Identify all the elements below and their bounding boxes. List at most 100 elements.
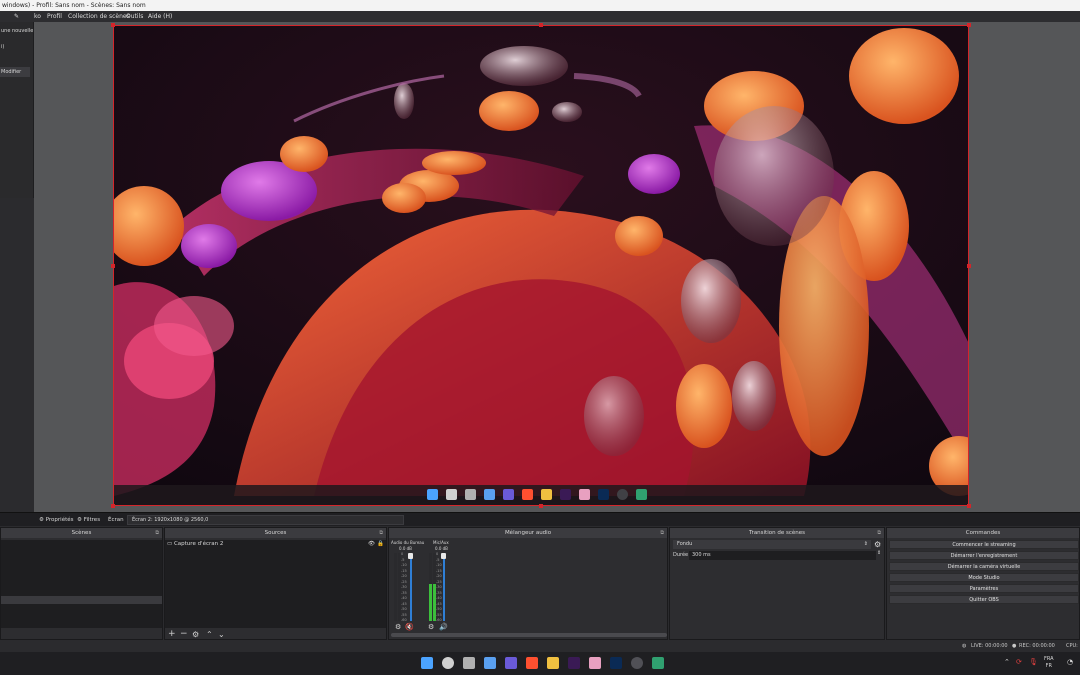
meter-scale-tick: -50	[401, 607, 407, 611]
meter-scale-tick: -60	[401, 618, 407, 622]
duration-stepper[interactable]: ⇕	[877, 550, 881, 556]
mixer-dock-title: Mélangeur audio	[504, 530, 552, 536]
filters-button[interactable]: ⚙ Filtres	[77, 513, 100, 527]
screen-select[interactable]: Écran 2: 1920x1080 @ 2560,0	[127, 515, 404, 525]
left-dock-item[interactable]: une nouvelle d	[0, 26, 34, 36]
folder-icon[interactable]	[547, 657, 559, 669]
meter-scale-tick: -10	[436, 563, 442, 567]
cpu-usage: CPU:	[1066, 643, 1078, 649]
volume-meter	[394, 553, 397, 621]
chevron-up-icon[interactable]: ⌃	[1004, 658, 1010, 666]
keyboard-layout: FR	[1045, 663, 1052, 669]
premiere-icon[interactable]	[568, 657, 580, 669]
premiere-icon	[560, 489, 571, 500]
meter-scale: 0 -5 -10 -15 -20 -25 -30 -35 -40 -45 -50 -55 -60	[436, 552, 444, 622]
properties-button[interactable]: ⚙ Propriétés	[39, 513, 73, 527]
visibility-eye-icon[interactable]: 👁	[368, 540, 375, 549]
start-virtual-camera-button[interactable]: Démarrer la caméra virtuelle	[889, 562, 1079, 571]
window-title-bar: windows) - Profil: Sans nom - Scènes: Sa…	[0, 0, 1080, 11]
search-icon[interactable]	[442, 657, 454, 669]
duration-field[interactable]: 300 ms	[689, 551, 876, 560]
studio-mode-button[interactable]: Mode Studio	[889, 573, 1079, 582]
dock-float-icon[interactable]: ⧉	[660, 528, 664, 538]
resize-handle-top[interactable]	[539, 23, 543, 27]
gear-icon[interactable]: ⚙	[874, 540, 881, 549]
channel-db: 0.0 dB	[399, 546, 412, 551]
modify-button[interactable]: Modifier	[0, 67, 30, 77]
language-indicator[interactable]: FRA FR	[1044, 656, 1054, 670]
transitions-dock-title: Transition de scènes	[749, 530, 805, 536]
resize-handle-bottom-left[interactable]	[111, 504, 115, 508]
dock-float-icon[interactable]: ⧉	[877, 528, 881, 538]
resize-handle-right[interactable]	[967, 264, 971, 268]
mixer-scrollbar[interactable]	[391, 633, 667, 637]
duration-value: 300 ms	[692, 552, 711, 558]
meter-scale-tick: -50	[436, 607, 442, 611]
scenes-dock-title: Scènes	[71, 530, 92, 536]
dock-float-icon[interactable]: ⧉	[155, 528, 159, 538]
brave-icon[interactable]	[526, 657, 538, 669]
menu-item-ko[interactable]: ko	[34, 11, 41, 22]
menu-edit-icon[interactable]: ✎	[14, 11, 19, 22]
meter-scale-tick: -40	[436, 596, 442, 600]
start-recording-button[interactable]: Démarrer l'enregistrement	[889, 551, 1079, 560]
dock-float-icon[interactable]: ⧉	[379, 528, 383, 538]
speaker-icon[interactable]: 🔊	[439, 623, 448, 631]
preview-source-capture[interactable]	[113, 25, 969, 506]
resize-handle-bottom[interactable]	[539, 504, 543, 508]
scene-item-selected[interactable]	[1, 596, 162, 604]
scenes-dock: Scènes ⧉	[0, 527, 163, 640]
task-view-icon[interactable]	[463, 657, 475, 669]
resize-handle-top-right[interactable]	[967, 23, 971, 27]
meter-scale-tick: -30	[401, 585, 407, 589]
meter-scale-tick: -55	[436, 612, 442, 617]
exit-button[interactable]: Quitter OBS	[889, 595, 1079, 604]
photos-icon[interactable]	[589, 657, 601, 669]
windows-start-icon[interactable]	[421, 657, 433, 669]
resize-handle-left[interactable]	[111, 264, 115, 268]
menu-item-scene-collection[interactable]: Collection de scènes	[68, 11, 130, 22]
wifi-icon[interactable]: ◔	[1067, 658, 1073, 666]
left-dock-item[interactable]: i)	[0, 42, 34, 52]
source-item[interactable]: ▭ Capture d'écran 2 👁 🔒	[165, 540, 386, 549]
gear-icon[interactable]: ⚙	[395, 623, 401, 631]
photoshop-icon[interactable]	[610, 657, 622, 669]
settings-button[interactable]: Paramètres	[889, 584, 1079, 593]
volume-slider-desktop[interactable]	[410, 553, 412, 621]
microphone-icon[interactable]: 🎙	[1029, 658, 1038, 666]
rec-timer: REC: 00:00:00	[1019, 643, 1055, 649]
sources-list[interactable]: ▭ Capture d'écran 2 👁 🔒	[165, 540, 386, 628]
lock-icon[interactable]: 🔒	[377, 540, 384, 549]
obs-icon[interactable]	[631, 657, 643, 669]
resize-handle-top-left[interactable]	[111, 23, 115, 27]
add-source-icon[interactable]: +	[168, 630, 176, 639]
widgets-icon[interactable]	[484, 657, 496, 669]
menu-item-tools[interactable]: Outils	[126, 11, 143, 22]
teams-icon	[503, 489, 514, 500]
photoshop-icon	[598, 489, 609, 500]
scenes-list[interactable]	[1, 540, 162, 628]
sync-icon[interactable]: ⟳	[1016, 658, 1022, 666]
transition-type-select[interactable]: Fondu ⇕	[673, 540, 871, 549]
meter-scale: 0 -5 -10 -15 -20 -25 -30 -35 -40 -45 -50 -55 -60	[401, 552, 409, 622]
monitor-icon: ▭	[167, 541, 173, 547]
teams-icon[interactable]	[505, 657, 517, 669]
gear-icon[interactable]: ⚙	[428, 623, 434, 631]
meter-scale-tick: -15	[436, 568, 442, 573]
gear-icon[interactable]: ⚙	[192, 630, 199, 639]
resize-handle-bottom-right[interactable]	[967, 504, 971, 508]
app-icon[interactable]	[652, 657, 664, 669]
live-timer: LIVE: 00:00:00	[971, 643, 1008, 649]
chevron-down-icon[interactable]: ⌄	[218, 630, 225, 639]
remove-source-icon[interactable]: −	[180, 630, 188, 639]
search-icon	[446, 489, 457, 500]
muted-speaker-icon[interactable]: 🔇	[405, 623, 414, 631]
menu-item-help[interactable]: Aide (H)	[148, 11, 172, 22]
chevron-up-icon[interactable]: ⌃	[206, 630, 213, 639]
start-streaming-button[interactable]: Commencer le streaming	[889, 540, 1079, 549]
menu-item-profile[interactable]: Profil	[47, 11, 62, 22]
sources-dock: Sources ⧉ ▭ Capture d'écran 2 👁 🔒 + − ⚙ ⌃…	[164, 527, 387, 640]
meter-scale-tick: -20	[436, 574, 442, 578]
status-bar: ◍ LIVE: 00:00:00 ● REC: 00:00:00 CPU:	[0, 640, 1080, 652]
meter-scale-tick: -5	[436, 557, 440, 562]
